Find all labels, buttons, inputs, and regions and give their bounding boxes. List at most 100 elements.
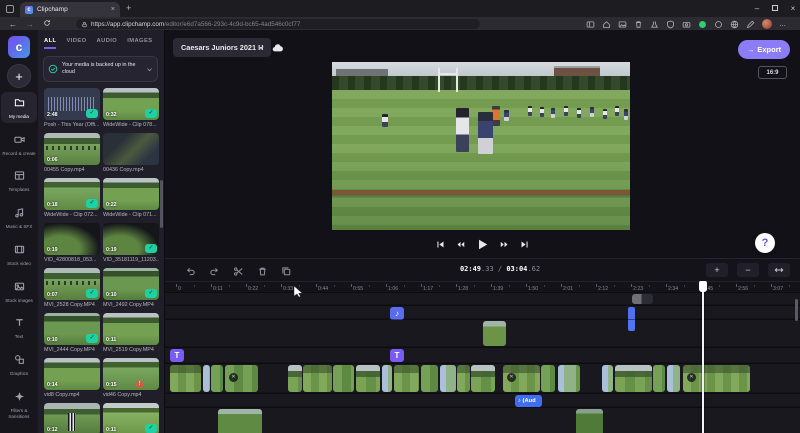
media-item[interactable]: 0:06 00455 Copy.mp4	[44, 133, 100, 173]
sidebar-item-stock-images[interactable]: Stock images	[1, 276, 37, 307]
sidebar-item-my-media[interactable]: My media	[1, 92, 37, 123]
play-button[interactable]	[476, 238, 489, 251]
clip-text[interactable]: T	[390, 349, 404, 362]
skip-start-button[interactable]	[436, 240, 445, 249]
playhead-handle[interactable]	[698, 281, 707, 292]
media-item[interactable]: 0:11 MVI_2519 Copy.MP4	[103, 313, 159, 353]
chevron-down-icon[interactable]	[146, 66, 153, 73]
clip-video[interactable]	[471, 365, 495, 392]
scissors-button[interactable]	[233, 264, 244, 282]
clip-video[interactable]	[382, 365, 392, 392]
undo-button[interactable]	[185, 264, 196, 282]
add-media-button[interactable]: +	[7, 64, 31, 88]
clip-video[interactable]	[356, 365, 380, 392]
zoom-fit-button[interactable]	[768, 263, 790, 277]
tab-audio[interactable]: AUDIO	[97, 38, 118, 49]
globe-icon[interactable]	[730, 20, 739, 29]
clip-video[interactable]	[303, 365, 332, 392]
new-tab-button[interactable]: +	[126, 4, 131, 13]
timeline-scrollbar[interactable]	[795, 299, 798, 321]
browser-avatar[interactable]	[762, 19, 772, 29]
backup-banner[interactable]: Your media is backed up in the cloud	[43, 56, 158, 82]
media-item[interactable]: 0:15! vid46 Copy.mp4	[103, 358, 159, 398]
clip-video[interactable]: ✕	[225, 365, 258, 392]
redo-button[interactable]	[209, 264, 220, 282]
media-item[interactable]: 0:12MVI_2467 Copy.MP4	[44, 403, 100, 433]
clip-video[interactable]	[576, 409, 603, 433]
media-item[interactable]: 0:22 WideWide - Clip 071...	[103, 178, 159, 218]
zoom-out-button[interactable]: −	[737, 263, 759, 277]
media-item[interactable]: 2:48 ✓ Posh - This Year (Offi...	[44, 88, 100, 128]
clip-image[interactable]	[483, 321, 506, 346]
sidebar-item-graphics[interactable]: Graphics	[1, 349, 37, 380]
zoom-in-button[interactable]: +	[706, 263, 728, 277]
browser-tab[interactable]: c Clipchamp ×	[20, 2, 120, 17]
project-chevron-icon[interactable]	[257, 44, 265, 52]
export-button[interactable]: → Export	[738, 40, 790, 59]
aspect-ratio-button[interactable]: 16:9	[758, 66, 787, 79]
window-close-button[interactable]: ×	[786, 4, 800, 13]
sidebar-item-record-create[interactable]: Record & create	[1, 129, 37, 160]
clip-video[interactable]: ✕	[683, 365, 750, 392]
clip-video[interactable]	[333, 365, 354, 392]
url-field[interactable]: https://app.clipchamp.com/editor/e6d7a56…	[76, 19, 480, 29]
media-item[interactable]: 0:11✓MVI_2641 Copy.MP4	[103, 403, 159, 433]
ring-icon[interactable]	[714, 20, 723, 29]
track-music[interactable]: ♪	[165, 305, 800, 331]
track-video-2[interactable]	[165, 407, 800, 433]
sidebar-item-stock-video[interactable]: Stock video	[1, 239, 37, 270]
skip-end-button[interactable]	[520, 240, 529, 249]
clipchamp-logo[interactable]: c	[8, 36, 30, 58]
window-maximize-button[interactable]	[768, 4, 782, 13]
clip-video[interactable]	[170, 365, 201, 392]
clip-video[interactable]	[288, 365, 302, 392]
sidebar-item-text[interactable]: Text	[1, 312, 37, 343]
pen-icon[interactable]	[746, 20, 755, 29]
clip-video[interactable]	[667, 365, 680, 392]
playhead-line[interactable]	[702, 281, 704, 433]
tab-close-icon[interactable]: ×	[111, 6, 115, 13]
refresh-icon[interactable]	[43, 19, 51, 29]
help-button[interactable]: ?	[755, 233, 775, 253]
media-scrollbar[interactable]	[160, 180, 163, 228]
sidebar-item-filters-transitions[interactable]: Filters & transitions	[1, 386, 37, 422]
clip-video[interactable]	[457, 365, 470, 392]
trash-button[interactable]	[257, 264, 268, 282]
tab-images[interactable]: IMAGES	[127, 38, 152, 49]
clip-video[interactable]	[218, 409, 262, 433]
rewind-button[interactable]	[456, 240, 465, 249]
forward-icon[interactable]: →	[26, 20, 34, 29]
duplicate-button[interactable]	[281, 264, 292, 282]
media-item[interactable]: 0:18 ✓ WideWide - Clip 072...	[44, 178, 100, 218]
clip-video[interactable]	[440, 365, 456, 392]
sidebar-item-brand-kit[interactable]: Brand kit	[1, 428, 37, 433]
media-item[interactable]: 0:10 ✓ MVI_2444 Copy.MP4	[44, 313, 100, 353]
track-audio[interactable]: ♪ (Aud	[165, 393, 800, 407]
clip-video[interactable]: ✕	[503, 365, 540, 392]
back-icon[interactable]: ←	[9, 20, 17, 29]
camera-icon[interactable]	[682, 20, 691, 29]
clip-overlay[interactable]	[632, 294, 653, 304]
clip-video[interactable]	[421, 365, 438, 392]
clip-video[interactable]	[602, 365, 613, 392]
media-item[interactable]: 00436 Copy.mp4	[103, 133, 159, 173]
home-icon[interactable]	[602, 20, 611, 29]
track-text[interactable]: TT	[165, 347, 800, 362]
media-item[interactable]: 0:07 ✓ MVI_2528 Copy.MP4	[44, 268, 100, 308]
tab-video[interactable]: VIDEO	[66, 38, 86, 49]
status-green-icon[interactable]	[698, 20, 707, 29]
media-item[interactable]: 0:19 VID_42800818_053...	[44, 223, 100, 263]
track-video-main[interactable]: ✕ ✕ ✕	[165, 363, 800, 392]
sidebar-item-templates[interactable]: Templates	[1, 165, 37, 196]
sidebar-item-music-sfx[interactable]: Music & SFX	[1, 202, 37, 233]
photo-icon[interactable]	[618, 20, 627, 29]
workspace-icon[interactable]	[6, 5, 14, 13]
track-overlay[interactable]	[165, 292, 800, 304]
track-image[interactable]	[165, 319, 800, 346]
fast-forward-button[interactable]	[500, 240, 509, 249]
window-minimize-button[interactable]: –	[750, 4, 764, 13]
clip-video[interactable]	[211, 365, 223, 392]
clip-video[interactable]	[653, 365, 665, 392]
panel-icon[interactable]	[586, 20, 595, 29]
media-item[interactable]: 0:32 ✓ WideWide - Clip 078...	[103, 88, 159, 128]
